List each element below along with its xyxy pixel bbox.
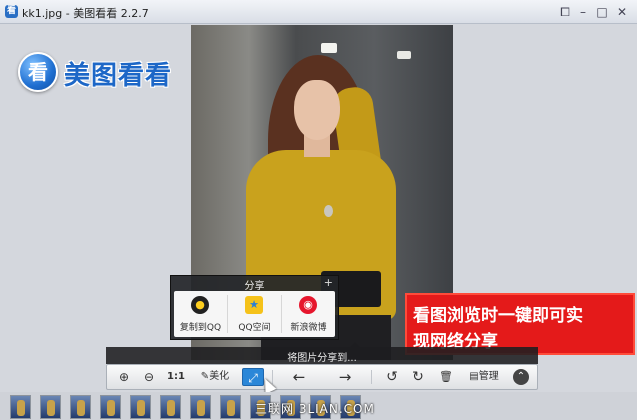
viewer-toolbar: ⊕ ⊖ 1:1 ✎美化 ⤢ ← → ↺ ↻ 🗑 ▤管理 ⌃ [106,364,538,390]
brush-icon: ✎ [200,371,210,382]
thumbnail[interactable] [40,395,61,419]
share-add-button[interactable]: + [324,276,333,289]
manage-label: 管理 [478,371,499,382]
promo-line-1: 看图浏览时一键即可实 [413,306,583,326]
app-icon: 看 [5,5,18,18]
photo-light [321,43,337,53]
promo-banner: 看图浏览时一键即可实 现网络分享 [405,293,635,355]
rotate-left-button[interactable]: ↺ [383,368,401,386]
qq-penguin-icon: ● [191,296,209,314]
next-image-button[interactable]: → [335,368,355,386]
title-bar: 看 kk1.jpg - 美图看看 2.2.7 ⧠ – □ ✕ [0,0,637,24]
thumbnail[interactable] [130,395,151,419]
rotate-right-button[interactable]: ↻ [409,368,427,386]
prev-image-button[interactable]: ← [289,368,309,386]
share-strip: 将图片分享到... [106,342,538,364]
close-button[interactable]: ✕ [614,4,630,20]
beautify-button[interactable]: ✎美化 [195,368,235,386]
share-item-label: QQ空间 [238,323,271,333]
strip-pointer [350,342,360,347]
share-qzone[interactable]: ★ QQ空间 [228,291,281,337]
thumbnail[interactable] [100,395,121,419]
manage-icon: ▤ [469,371,479,382]
logo-text: 美图看看 [64,61,173,91]
photo-light [397,51,411,59]
expand-up-icon[interactable]: ⌃ [513,369,529,385]
thumbnail[interactable] [160,395,181,419]
weibo-icon: ◉ [299,296,317,314]
minimize-button[interactable]: – [575,4,591,20]
logo-emblem: 看 [18,52,58,92]
thumbnail[interactable] [70,395,91,419]
maximize-button[interactable]: □ [594,4,610,20]
share-items: ● 复制到QQ ★ QQ空间 ◉ 新浪微博 [174,291,335,337]
share-item-label: 新浪微博 [290,323,327,333]
thumbnail[interactable] [190,395,211,419]
manage-button[interactable]: ▤管理 [463,368,505,386]
share-item-label: 复制到QQ [179,323,222,333]
share-copy-to-qq[interactable]: ● 复制到QQ [174,291,227,337]
delete-button[interactable]: 🗑 [437,368,455,386]
zoom-in-icon[interactable]: ⊕ [115,368,133,386]
zoom-out-icon[interactable]: ⊖ [140,368,158,386]
toolbar-divider [371,370,372,384]
photo-pendant [324,205,333,217]
window-title: kk1.jpg - 美图看看 2.2.7 [22,7,149,20]
share-panel: 分享 + ● 复制到QQ ★ QQ空间 ◉ 新浪微博 [170,275,339,340]
share-panel-title: 分享 [244,281,265,292]
actual-size-button[interactable]: 1:1 [165,368,187,386]
thumbnail[interactable] [10,395,31,419]
share-strip-text: 将图片分享到... [287,353,357,364]
qzone-star-icon: ★ [245,296,263,314]
photo-face [294,80,340,140]
share-weibo[interactable]: ◉ 新浪微博 [282,291,335,337]
beautify-label: 美化 [209,371,230,382]
restore-button[interactable]: ⧠ [557,4,573,20]
thumbnail[interactable] [220,395,241,419]
watermark: 三联网 3LIAN.COM [255,402,375,416]
